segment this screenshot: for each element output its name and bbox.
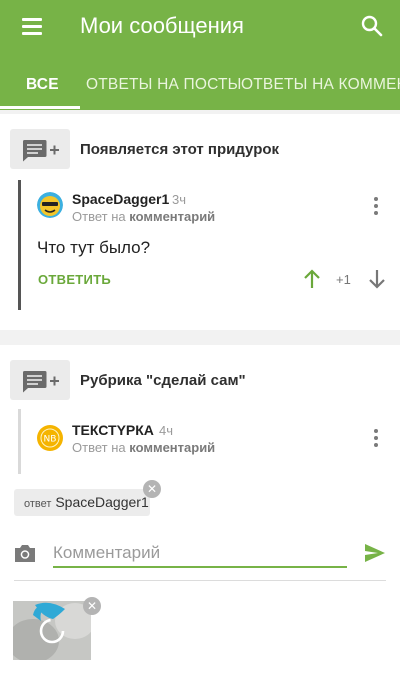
reply-target-name: SpaceDagger1 (55, 494, 149, 510)
post-card: Появляется этот придурок SpaceDagger1 3ч… (0, 114, 400, 330)
app-bar: Мои сообщения ВСЕ ОТВЕТЫ НА ПОСТЫ ОТВЕТЫ… (0, 0, 400, 110)
remove-image-icon[interactable]: ✕ (83, 597, 101, 615)
comment-author[interactable]: SpaceDagger1 (72, 191, 169, 207)
reply-to-label: Ответ на комментарий (72, 440, 216, 455)
hamburger-menu-icon[interactable] (22, 17, 42, 35)
attached-image-thumbnail[interactable] (13, 601, 91, 660)
post-card: Рубрика "сделай сам" NB ТЕКСТYРКА 4ч Отв… (0, 345, 400, 485)
tab-comment-replies[interactable]: ОТВЕТЫ НА КОММЕНТАРИИ (241, 60, 400, 110)
more-options-icon[interactable] (372, 197, 380, 217)
comment-text: Что тут было? (37, 238, 151, 257)
send-icon[interactable] (364, 543, 386, 563)
avatar[interactable]: NB (37, 425, 63, 451)
post-title[interactable]: Рубрика "сделай сам" (80, 372, 246, 389)
close-icon[interactable]: ✕ (143, 480, 161, 498)
upvote-arrow-icon[interactable] (302, 268, 322, 290)
reply-target-chip: ответ SpaceDagger1 (14, 489, 150, 516)
page-title: Мои сообщения (80, 13, 244, 38)
more-options-icon[interactable] (372, 429, 380, 449)
tab-bar: ВСЕ ОТВЕТЫ НА ПОСТЫ ОТВЕТЫ НА КОММЕНТАРИ… (0, 60, 400, 110)
comment-author[interactable]: ТЕКСТYРКА (72, 422, 154, 438)
downvote-arrow-icon[interactable] (367, 268, 387, 290)
comment-time: 4ч (159, 423, 174, 438)
post-title[interactable]: Появляется этот придурок (80, 141, 279, 158)
comment-time: 3ч (172, 192, 187, 207)
avatar-initials: NB (44, 435, 57, 445)
reply-target-link[interactable]: комментарий (129, 440, 215, 455)
comment-input[interactable] (53, 540, 347, 568)
search-icon[interactable] (360, 14, 384, 38)
reply-button[interactable]: ОТВЕТИТЬ (38, 272, 111, 287)
tab-all[interactable]: ВСЕ (26, 60, 59, 110)
tab-post-replies[interactable]: ОТВЕТЫ НА ПОСТЫ (86, 60, 242, 110)
camera-icon[interactable] (13, 542, 37, 564)
divider (14, 580, 386, 581)
active-tab-indicator (0, 106, 80, 109)
reply-target-link[interactable]: комментарий (129, 209, 215, 224)
comment-compose-panel: ответ SpaceDagger1 ✕ ✕ (0, 474, 400, 679)
add-comment-icon[interactable] (10, 360, 70, 400)
avatar[interactable] (37, 192, 63, 218)
comment-rating: +1 (336, 272, 351, 287)
add-comment-icon[interactable] (10, 129, 70, 169)
comment-thread-line (18, 180, 21, 310)
reply-to-label: Ответ на комментарий (72, 209, 216, 224)
